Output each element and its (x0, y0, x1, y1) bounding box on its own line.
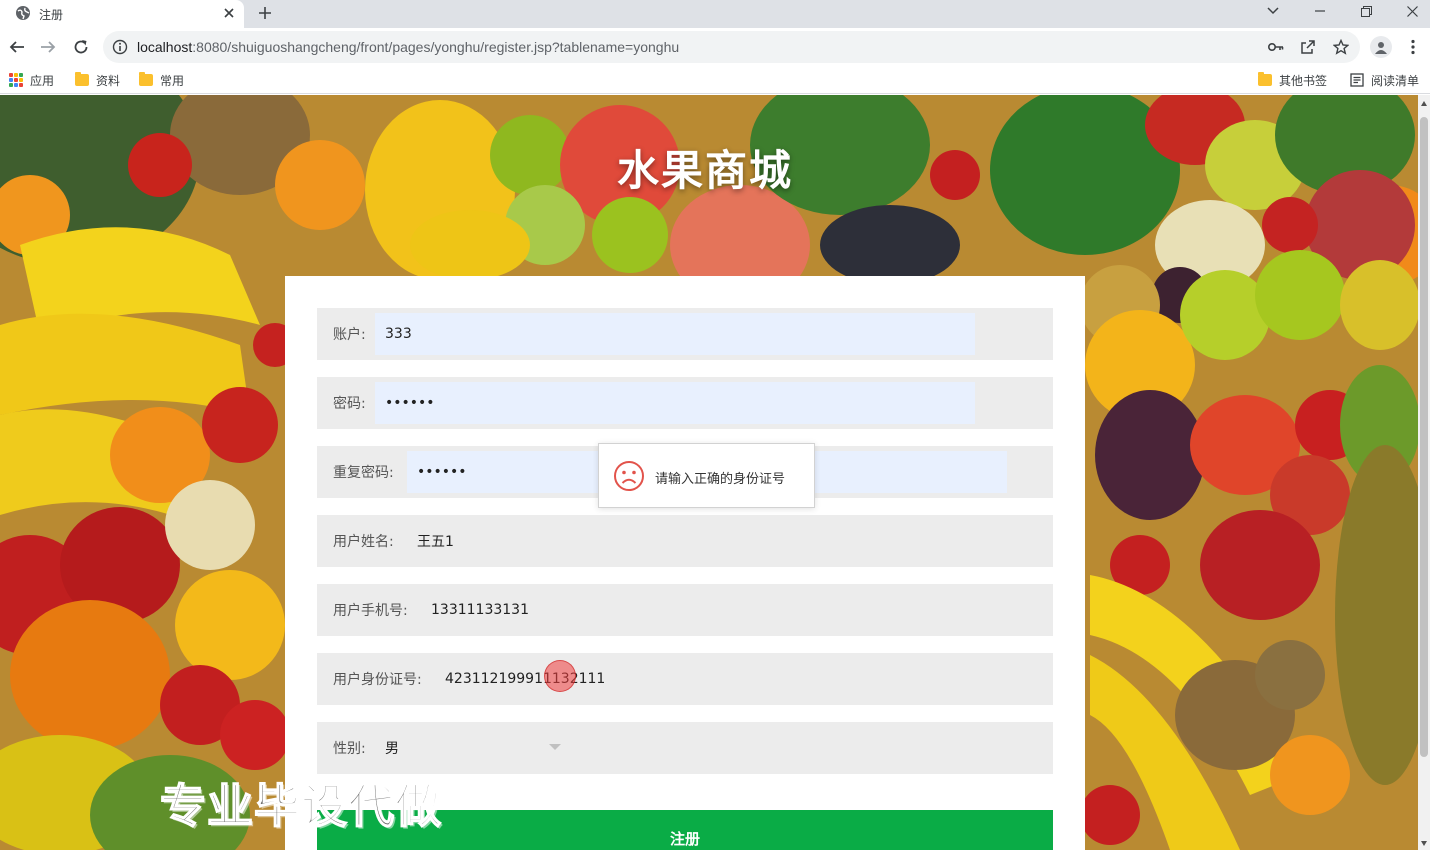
password-row: 密码: (317, 377, 1053, 429)
close-window-icon[interactable] (1389, 0, 1430, 22)
share-icon[interactable] (1299, 38, 1317, 56)
info-icon[interactable] (112, 39, 128, 55)
browser-tab[interactable]: 注册 (0, 0, 244, 28)
profile-avatar-icon[interactable] (1370, 36, 1392, 58)
folder-icon (1258, 72, 1272, 86)
bookmark-apps-label: 应用 (30, 73, 55, 88)
address-bar[interactable]: localhost:8080/shuiguoshangcheng/front/p… (103, 31, 1360, 63)
bookmark-apps[interactable]: 应用 (9, 71, 54, 89)
gender-row: 性别: 男 (317, 722, 1053, 774)
name-row: 用户姓名: (317, 515, 1053, 567)
phone-input[interactable] (421, 589, 1021, 631)
name-input[interactable] (407, 520, 1007, 562)
bookmark-other[interactable]: 其他书签 (1258, 71, 1327, 89)
password-input[interactable] (375, 382, 975, 424)
menu-kebab-icon[interactable] (1404, 37, 1422, 57)
url-text: localhost:8080/shuiguoshangcheng/front/p… (137, 39, 679, 55)
idcard-label: 用户身份证号: (333, 672, 422, 688)
repeat-password-label: 重复密码: (333, 465, 394, 481)
folder-icon (75, 72, 89, 86)
bookmark-folder-ziliao[interactable]: 资料 (75, 71, 120, 89)
gender-label: 性别: (333, 741, 366, 757)
bookmark-label: 资料 (96, 73, 121, 88)
url-host: localhost (137, 39, 193, 55)
new-tab-icon[interactable] (255, 3, 275, 23)
url-path: :8080/shuiguoshangcheng/front/pages/yong… (192, 39, 680, 55)
browser-toolbar: localhost:8080/shuiguoshangcheng/front/p… (0, 28, 1430, 66)
scroll-thumb[interactable] (1420, 117, 1428, 757)
globe-icon (16, 6, 30, 20)
account-label: 账户: (333, 327, 366, 343)
phone-row: 用户手机号: (317, 584, 1053, 636)
reload-icon[interactable] (71, 37, 91, 57)
tab-search-icon[interactable] (1250, 0, 1296, 22)
idcard-input[interactable] (435, 658, 1035, 700)
gender-select[interactable]: 男 (385, 738, 400, 758)
cursor-click-marker (544, 660, 576, 692)
reading-list[interactable]: 阅读清单 (1350, 71, 1419, 89)
page-scrollbar[interactable] (1418, 95, 1430, 850)
watermark-text: 专业毕设代做 (159, 778, 442, 834)
chevron-down-icon[interactable] (549, 744, 561, 750)
bookmark-star-icon[interactable] (1332, 38, 1350, 56)
account-input[interactable] (375, 313, 975, 355)
phone-label: 用户手机号: (333, 603, 408, 619)
close-tab-icon[interactable] (220, 4, 238, 22)
apps-grid-icon (9, 73, 23, 87)
idcard-row: 用户身份证号: (317, 653, 1053, 705)
minimize-icon[interactable] (1297, 0, 1343, 22)
bookmark-label: 常用 (160, 73, 185, 88)
site-title: 水果商城 (616, 146, 793, 195)
sad-face-icon (614, 461, 644, 491)
restore-icon[interactable] (1343, 0, 1389, 22)
bookmarks-bar: 应用 资料 常用 其他书签 阅读清单 (0, 66, 1430, 94)
register-form: 账户: 密码: 重复密码: 用户姓名: 用户手机号: 用户身份证号: 性别: 男 (285, 276, 1085, 850)
scroll-down-arrow-icon[interactable] (1421, 841, 1427, 846)
name-label: 用户姓名: (333, 534, 394, 550)
scroll-up-arrow-icon[interactable] (1421, 101, 1427, 106)
key-icon[interactable] (1267, 38, 1285, 56)
bookmark-label: 阅读清单 (1371, 73, 1420, 88)
toast-message: 请输入正确的身份证号 (655, 472, 786, 487)
bookmark-label: 其他书签 (1279, 73, 1328, 88)
account-row: 账户: (317, 308, 1053, 360)
page-viewport: 水果商城 账户: 密码: 重复密码: 用户姓名: 用户手机号: 用户身份证 (0, 95, 1430, 850)
tab-strip: 注册 (0, 0, 1430, 28)
bookmark-folder-changyong[interactable]: 常用 (139, 71, 184, 89)
tab-title: 注册 (39, 8, 64, 22)
error-toast: 请输入正确的身份证号 (598, 443, 815, 508)
forward-arrow-icon[interactable] (38, 37, 58, 57)
back-arrow-icon[interactable] (7, 37, 27, 57)
folder-icon (139, 72, 153, 86)
password-label: 密码: (333, 396, 366, 412)
reading-list-icon (1350, 73, 1364, 87)
